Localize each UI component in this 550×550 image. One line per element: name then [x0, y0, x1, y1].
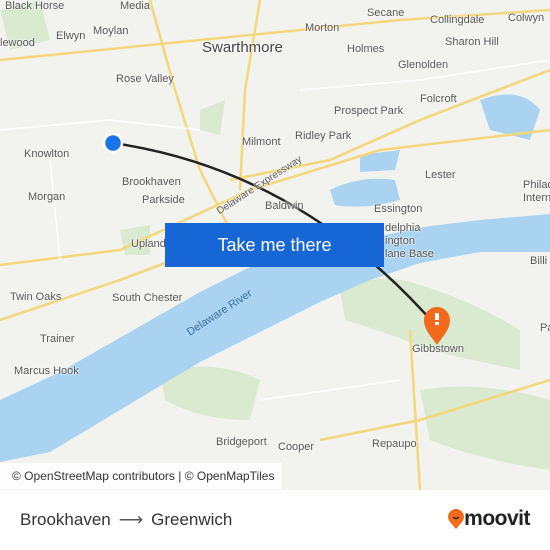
- brand-name: moovit: [464, 507, 530, 530]
- map-label: Folcroft: [420, 93, 457, 105]
- map-label: Marcus Hook: [14, 365, 79, 377]
- map-label: Rose Valley: [116, 73, 174, 85]
- map-label: Trainer: [40, 333, 75, 345]
- origin-name: Brookhaven: [20, 510, 111, 529]
- arrow-right-icon: ⟶: [118, 510, 144, 529]
- map-label: Repaupo: [372, 438, 417, 450]
- map-attribution[interactable]: © OpenStreetMap contributors | © OpenMap…: [0, 463, 283, 489]
- destination-name: Greenwich: [151, 510, 233, 529]
- map-label: Brookhaven: [122, 176, 181, 188]
- map-label: Twin Oaks: [10, 291, 62, 303]
- map-label: Lester: [425, 169, 456, 181]
- moovit-pin-icon: [448, 509, 465, 529]
- map-label: Swarthmore: [202, 39, 283, 56]
- map-label: Secane: [367, 7, 405, 19]
- map-label: Moylan: [93, 25, 129, 37]
- take-me-there-button[interactable]: Take me there: [165, 223, 384, 267]
- map-label: South Chester: [112, 292, 183, 304]
- map-label: Sharon Hill: [445, 36, 499, 48]
- map-label: Holmes: [347, 43, 385, 55]
- map-label: Cooper: [278, 441, 315, 453]
- map-label: delphia ington lane Base: [385, 222, 434, 260]
- map-label: lewood: [0, 37, 35, 49]
- map-label: Black Horse: [5, 0, 65, 12]
- map[interactable]: Black Horse Media lewood Elwyn Moylan Sw…: [0, 0, 550, 490]
- map-label: Glenolden: [398, 59, 449, 71]
- map-label: Media: [120, 0, 150, 12]
- map-label: Baldwin: [265, 200, 304, 212]
- moovit-logo: moovit: [448, 507, 530, 531]
- map-label: Philad Internatio: [523, 179, 550, 204]
- map-label: Prospect Park: [334, 105, 404, 117]
- map-label: Milmont: [242, 136, 281, 148]
- map-label: Gibbstown: [412, 343, 464, 355]
- map-label: Collingdale: [430, 14, 485, 26]
- map-label: Upland: [131, 238, 166, 250]
- map-label: Essington: [374, 203, 423, 215]
- map-label: Bridgeport: [216, 436, 267, 448]
- origin-marker[interactable]: [102, 132, 124, 154]
- map-label: Morton: [305, 22, 340, 34]
- map-label: Knowlton: [24, 148, 70, 160]
- map-label: Morgan: [28, 191, 66, 203]
- map-label: Elwyn: [56, 30, 86, 42]
- map-label: Colwyn: [508, 12, 545, 24]
- map-label: Parkside: [142, 194, 185, 206]
- map-label: Pa: [540, 322, 550, 334]
- map-label: Ridley Park: [295, 130, 352, 142]
- map-label: Billi: [530, 255, 548, 267]
